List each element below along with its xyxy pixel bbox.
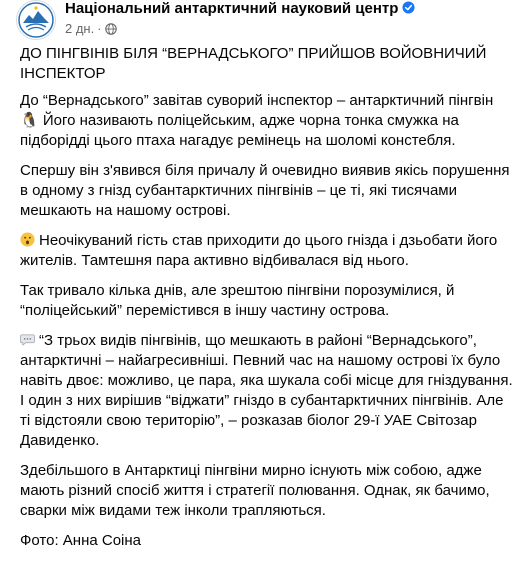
post-paragraph-2: Спершу він з'явився біля причалу й очеви…	[20, 162, 510, 219]
meta-separator: ·	[97, 21, 102, 36]
post-paragraph-3-text: Неочікуваний гість став приходити до цьо…	[20, 232, 498, 269]
post-body: ДО ПІНГВІНІВ БІЛЯ “ВЕРНАДСЬКОГО” ПРИЙШОВ…	[20, 44, 516, 561]
post-timestamp[interactable]: 2 дн.	[65, 21, 94, 36]
photo-credit: Фото: Анна Соіна	[20, 532, 142, 549]
post-meta: 2 дн. ·	[65, 21, 117, 36]
surprised-face-emoji	[20, 232, 35, 247]
post-header: Національний антарктичний науковий центр…	[12, 0, 512, 40]
globe-icon[interactable]	[104, 23, 117, 35]
post-paragraph-6: Здебільшого в Антарктиці пінгвіни мирно …	[20, 462, 490, 519]
facebook-post: Національний антарктичний науковий центр…	[0, 0, 526, 549]
speech-bubble-emoji	[20, 334, 35, 346]
post-paragraph-3: Неочікуваний гість став приходити до цьо…	[20, 231, 516, 271]
post-title: ДО ПІНГВІНІВ БІЛЯ “ВЕРНАДСЬКОГО” ПРИЙШОВ…	[20, 45, 487, 82]
page-name-link[interactable]: Національний антарктичний науковий центр	[65, 0, 415, 17]
post-paragraph-1: До “Вернадського” завітав суворий інспек…	[20, 92, 494, 149]
page-avatar[interactable]	[16, 0, 56, 40]
page-name-text[interactable]: Національний антарктичний науковий центр	[65, 0, 398, 17]
post-paragraph-5-text: “З трьох видів пінгвінів, що мешкають в …	[20, 332, 513, 449]
post-paragraph-5: “З трьох видів пінгвінів, що мешкають в …	[20, 331, 516, 451]
antarctic-center-logo-icon	[18, 2, 54, 38]
post-paragraph-4: Так тривало кілька днів, але зрештою пін…	[20, 282, 455, 319]
verified-badge-icon	[402, 1, 415, 14]
